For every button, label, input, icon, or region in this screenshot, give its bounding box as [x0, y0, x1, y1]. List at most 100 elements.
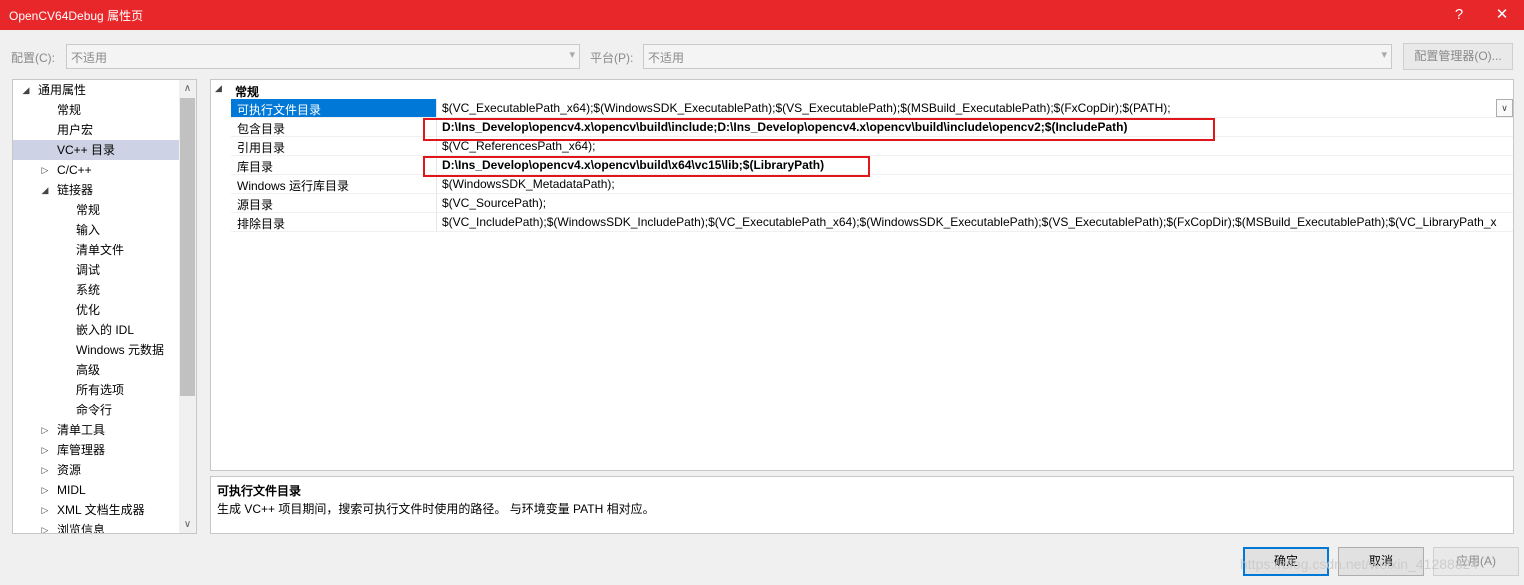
tree-expander-icon[interactable]: ▷ [39, 480, 51, 500]
platform-label: 平台(P): [590, 51, 634, 65]
tree-expander-icon[interactable]: ◢ [39, 180, 51, 200]
property-name[interactable]: 引用目录 [231, 137, 437, 156]
property-value[interactable]: $(VC_IncludePath);$(WindowsSDK_IncludePa… [437, 213, 1513, 232]
scroll-thumb[interactable] [180, 98, 195, 396]
tree-item-label: Windows 元数据 [76, 343, 165, 357]
tree-item[interactable]: 常规 [13, 200, 181, 220]
tree-item[interactable]: 调试 [13, 260, 181, 280]
section-header[interactable]: ◢ 常规 [211, 80, 1513, 99]
tree-item-label: 所有选项 [76, 383, 125, 397]
tree-item-label: 命令行 [76, 403, 113, 417]
description-title: 可执行文件目录 [217, 484, 302, 498]
tree-scrollbar[interactable]: ∧ ∨ [179, 80, 196, 533]
platform-value: 不适用 [648, 51, 685, 65]
property-value[interactable]: $(VC_ExecutablePath_x64);$(WindowsSDK_Ex… [437, 99, 1513, 118]
tree-item-label: XML 文档生成器 [57, 503, 145, 517]
row-gutter [211, 194, 231, 213]
category-tree[interactable]: ◢ 通用属性 常规 用户宏 VC++ 目录 ▷ C/C++ ◢ 链接器 常规 输入 清单文件 调试 系统优… [12, 79, 197, 534]
tree-item[interactable]: 优化 [13, 300, 181, 320]
property-row[interactable]: 源目录 $(VC_SourcePath); [211, 194, 1513, 213]
config-label: 配置(C): [11, 51, 55, 65]
property-row[interactable]: 可执行文件目录 $(VC_ExecutablePath_x64);$(Window… [211, 99, 1513, 118]
tree-item-label: VC++ 目录 [57, 143, 116, 157]
tree-item[interactable]: 输入 [13, 220, 181, 240]
config-combo[interactable]: 不适用 ▾ [66, 44, 580, 69]
tree-item[interactable]: ▷ XML 文档生成器 [13, 500, 181, 520]
property-name[interactable]: 库目录 [231, 156, 437, 175]
row-gutter [211, 99, 231, 118]
property-row[interactable]: 排除目录 $(VC_IncludePath);$(WindowsSDK_Inclu… [211, 213, 1513, 232]
tree-item-label: 清单工具 [57, 423, 106, 437]
tree-item-label: 高级 [76, 363, 101, 377]
tree-item-label: 常规 [76, 203, 101, 217]
title-bar: OpenCV64Debug 属性页 ? ✕ [0, 0, 1524, 30]
row-gutter [211, 213, 231, 232]
tree-item-label: 清单文件 [76, 243, 125, 257]
tree-expander-icon[interactable]: ▷ [39, 460, 51, 480]
property-row[interactable]: Windows 运行库目录 $(WindowsSDK_MetadataPath); [211, 175, 1513, 194]
platform-combo[interactable]: 不适用 ▾ [643, 44, 1392, 69]
tree-item[interactable]: 嵌入的 IDL [13, 320, 181, 340]
tree-expander-icon[interactable]: ▷ [39, 520, 51, 533]
value-dropdown-icon[interactable]: ∨ [1496, 99, 1513, 117]
property-value[interactable]: $(WindowsSDK_MetadataPath); [437, 175, 1513, 194]
tree-item-label: 库管理器 [57, 443, 106, 457]
library-dir-highlight [423, 156, 870, 177]
tree-item[interactable]: ▷ MIDL [13, 480, 181, 500]
tree-expander-icon[interactable]: ▷ [39, 160, 51, 180]
tree-item[interactable]: 高级 [13, 360, 181, 380]
tree-item[interactable]: ▷ 清单工具 [13, 420, 181, 440]
chevron-down-icon: ▾ [569, 49, 575, 61]
tree-item[interactable]: 系统 [13, 280, 181, 300]
include-dir-highlight [423, 118, 1215, 141]
tree-item-label: 输入 [76, 223, 101, 237]
tree-item[interactable]: Windows 元数据 [13, 340, 181, 360]
window-title: OpenCV64Debug 属性页 [9, 9, 144, 23]
property-value[interactable]: $(VC_SourcePath); [437, 194, 1513, 213]
property-name[interactable]: 可执行文件目录 [231, 99, 437, 118]
tree-item[interactable]: 用户宏 [13, 120, 181, 140]
tree-item[interactable]: 所有选项 [13, 380, 181, 400]
property-name[interactable]: 源目录 [231, 194, 437, 213]
tree-expander-icon[interactable]: ▷ [39, 420, 51, 440]
tree-item[interactable]: 常规 [13, 100, 181, 120]
tree-item-label: 系统 [76, 283, 101, 297]
tree-item-label: 优化 [76, 303, 101, 317]
row-gutter [211, 118, 231, 137]
tree-expander-icon[interactable]: ▷ [39, 500, 51, 520]
tree-item-label: C/C++ [57, 163, 92, 177]
tree-item[interactable]: VC++ 目录 [13, 140, 181, 160]
tree-item[interactable]: ◢ 通用属性 [13, 80, 181, 100]
property-name[interactable]: Windows 运行库目录 [231, 175, 437, 194]
close-icon[interactable]: ✕ [1489, 4, 1515, 26]
tree-item[interactable]: ◢ 链接器 [13, 180, 181, 200]
description-text: 生成 VC++ 项目期间，搜索可执行文件时使用的路径。 与环境变量 PATH 相… [217, 502, 655, 516]
property-name[interactable]: 包含目录 [231, 118, 437, 137]
description-panel: 可执行文件目录 生成 VC++ 项目期间，搜索可执行文件时使用的路径。 与环境变… [210, 476, 1514, 534]
help-icon[interactable]: ? [1446, 4, 1472, 26]
tree-item-label: 链接器 [57, 183, 94, 197]
config-manager-button[interactable]: 配置管理器(O)... [1403, 43, 1513, 70]
tree-item-label: 调试 [76, 263, 101, 277]
scroll-down-icon[interactable]: ∨ [179, 516, 196, 533]
tree-item-label: 用户宏 [57, 123, 94, 137]
chevron-down-icon: ▾ [1381, 49, 1387, 61]
collapse-icon[interactable]: ◢ [215, 83, 222, 94]
tree-expander-icon[interactable]: ▷ [39, 440, 51, 460]
config-value: 不适用 [71, 51, 108, 65]
tree-item[interactable]: 清单文件 [13, 240, 181, 260]
tree-item[interactable]: ▷ 浏览信息 [13, 520, 181, 533]
tree-item-label: 常规 [57, 103, 82, 117]
watermark: https://blog.csdn.net/weixin_41288824 [1240, 556, 1479, 572]
scroll-up-icon[interactable]: ∧ [179, 80, 196, 97]
tree-item[interactable]: ▷ 资源 [13, 460, 181, 480]
tree-item-label: MIDL [57, 483, 86, 497]
tree-item[interactable]: ▷ C/C++ [13, 160, 181, 180]
tree-item-label: 通用属性 [38, 83, 87, 97]
tree-item[interactable]: ▷ 库管理器 [13, 440, 181, 460]
tree-expander-icon[interactable]: ◢ [20, 80, 32, 100]
property-name[interactable]: 排除目录 [231, 213, 437, 232]
tree-item-label: 资源 [57, 463, 82, 477]
tree-item[interactable]: 命令行 [13, 400, 181, 420]
row-gutter [211, 156, 231, 175]
